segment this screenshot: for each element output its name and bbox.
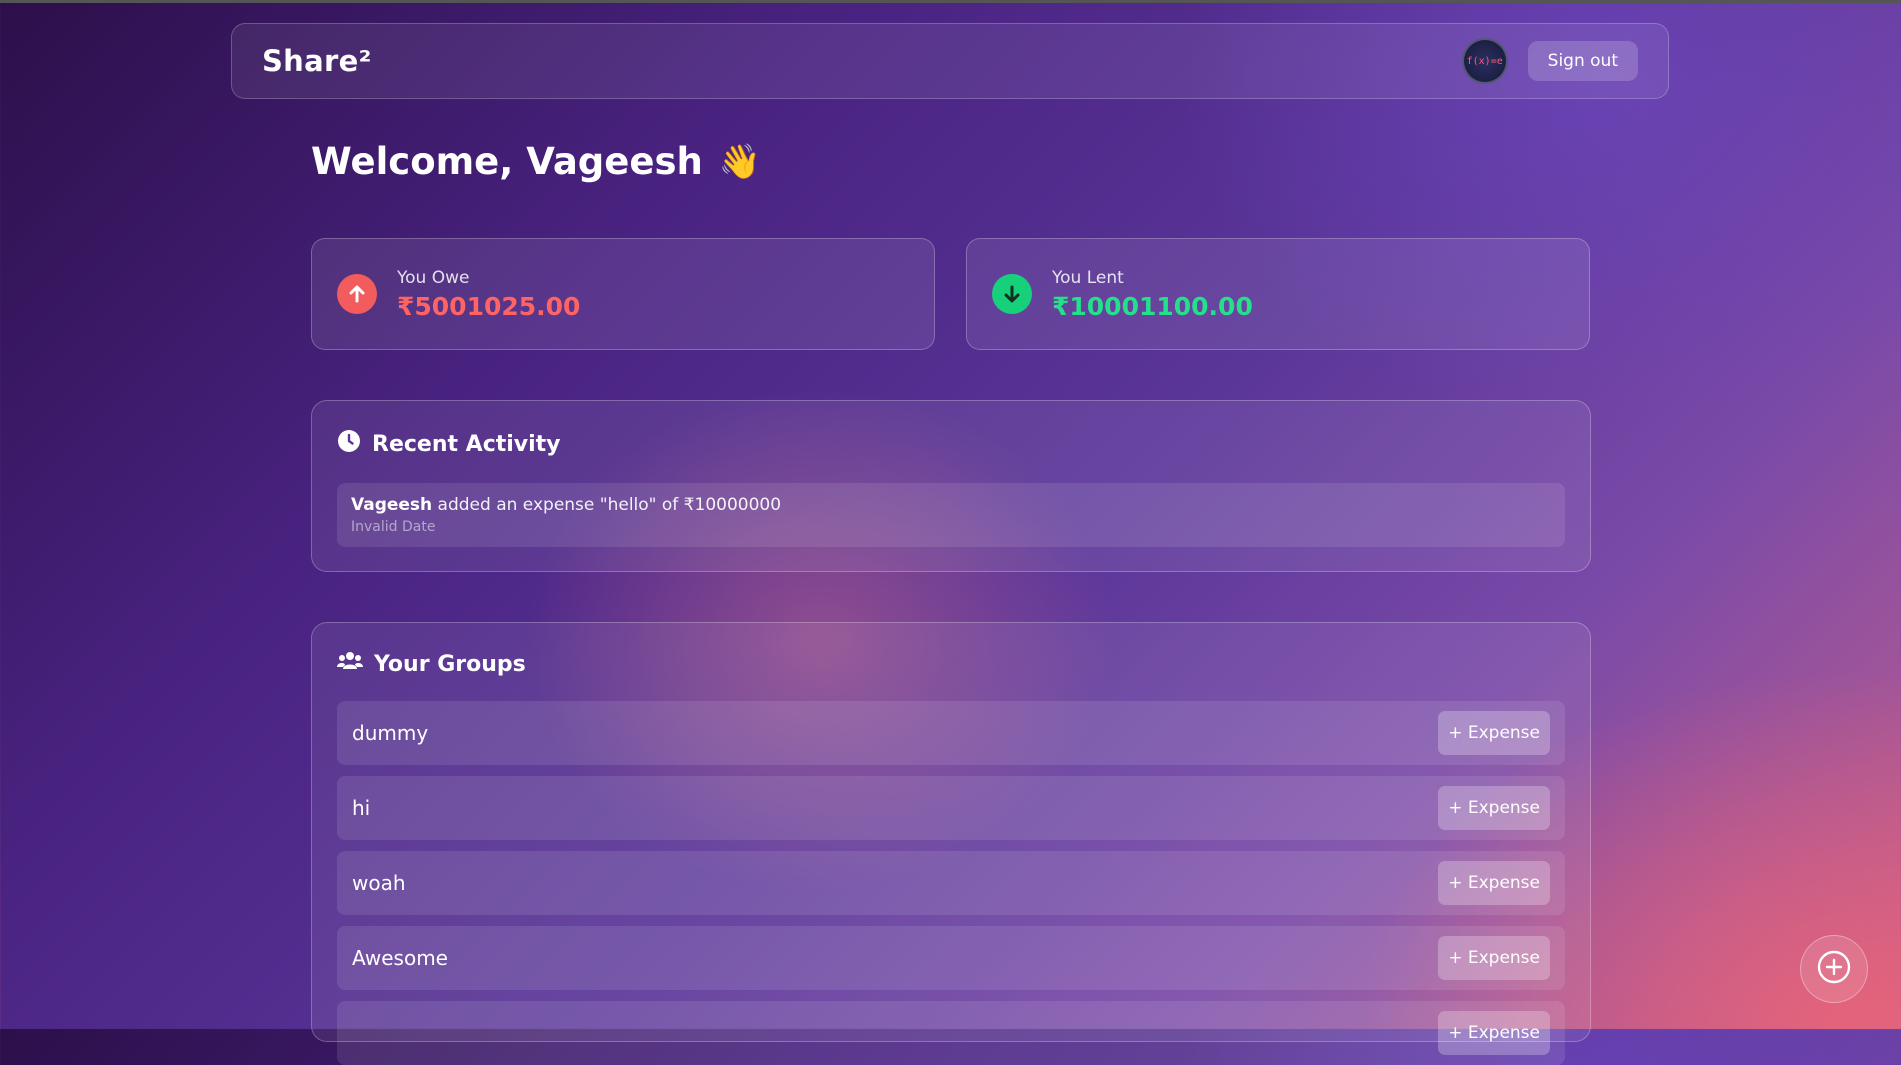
activity-user: Vageesh [351,495,433,515]
group-name: Awesome [352,946,448,970]
group-row[interactable]: woah + Expense [337,851,1565,915]
add-expense-button[interactable]: + Expense [1438,861,1550,905]
you-lent-info: You Lent ₹10001100.00 [1052,268,1253,321]
activity-description: added an expense "hello" of ₹10000000 [432,495,782,515]
add-expense-button[interactable]: + Expense [1438,786,1550,830]
you-owe-card: You Owe ₹5001025.00 [311,238,935,350]
avatar[interactable]: f(x)=e [1461,38,1508,84]
activity-date: Invalid Date [351,519,436,535]
activity-text: Vageesh added an expense "hello" of ₹100… [351,495,1551,515]
you-owe-value: ₹5001025.00 [397,291,581,321]
you-lent-card: You Lent ₹10001100.00 [966,238,1590,350]
activity-item: Vageesh added an expense "hello" of ₹100… [337,483,1565,547]
arrow-down-circle-icon [992,274,1032,314]
brand-logo[interactable]: Share² [262,44,372,78]
navbar: Share² f(x)=e Sign out [231,23,1669,99]
clock-icon [337,429,361,459]
sign-out-button[interactable]: Sign out [1527,41,1638,81]
nav-actions: f(x)=e Sign out [1461,38,1638,84]
group-name: woah [352,871,406,895]
you-owe-info: You Owe ₹5001025.00 [397,268,580,321]
your-groups-header: Your Groups [337,651,1565,677]
add-expense-button[interactable]: + Expense [1438,711,1550,755]
group-name: hi [352,796,371,820]
recent-activity-header: Recent Activity [337,429,1565,459]
your-groups-title: Your Groups [374,651,526,677]
group-row[interactable]: dummy + Expense [337,701,1565,765]
recent-activity-panel: Recent Activity Vageesh added an expense… [311,400,1591,572]
your-groups-panel: Your Groups dummy + Expense hi + Expense… [311,622,1591,1065]
plus-circle-icon [1816,949,1852,989]
group-row[interactable]: Awesome + Expense [337,926,1565,990]
arrow-up-circle-icon [337,274,377,314]
add-group-fab[interactable] [1800,935,1868,1003]
you-owe-label: You Owe [397,267,470,288]
you-lent-value: ₹10001100.00 [1052,291,1253,321]
waving-hand-icon: 👋 [718,141,762,182]
group-row[interactable]: + Expense [337,1001,1565,1065]
users-icon [337,651,363,677]
recent-activity-title: Recent Activity [372,431,561,457]
welcome-text: Welcome, Vageesh [311,140,703,183]
add-expense-button[interactable]: + Expense [1438,1011,1550,1055]
add-expense-button[interactable]: + Expense [1438,936,1550,980]
you-lent-label: You Lent [1052,267,1124,288]
top-border [0,0,1901,3]
group-row[interactable]: hi + Expense [337,776,1565,840]
welcome-heading: Welcome, Vageesh 👋 [311,140,761,183]
group-name: dummy [352,721,429,745]
